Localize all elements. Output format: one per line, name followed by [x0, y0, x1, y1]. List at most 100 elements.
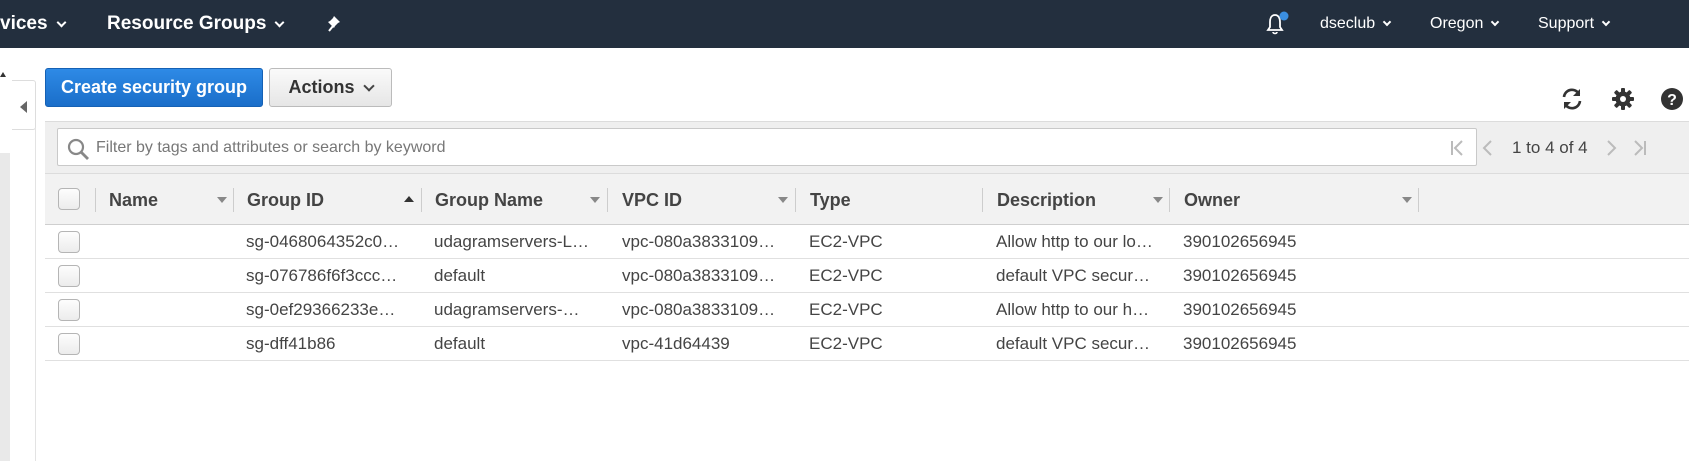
account-menu[interactable]: dseclub	[1320, 0, 1392, 48]
cell-group-name: udagramservers-…	[434, 300, 580, 319]
cell-owner: 390102656945	[1183, 232, 1297, 251]
cell-vpc-id: vpc-080a3833109…	[622, 300, 776, 319]
chevron-down-icon	[362, 79, 375, 92]
chevron-down-icon[interactable]	[1402, 197, 1412, 203]
pagination: 1 to 4 of 4	[1512, 122, 1588, 174]
column-header-group-id[interactable]: Group ID	[247, 174, 324, 226]
column-separator	[982, 188, 983, 212]
chevron-down-icon	[274, 17, 285, 27]
cell-owner: 390102656945	[1183, 300, 1297, 319]
column-separator	[421, 188, 422, 212]
resource-groups-label: Resource Groups	[107, 13, 267, 34]
column-header-group-name[interactable]: Group Name	[435, 174, 543, 226]
column-header-description[interactable]: Description	[997, 174, 1096, 226]
row-checkbox[interactable]	[58, 265, 80, 287]
gear-icon[interactable]	[1610, 86, 1636, 112]
column-separator	[233, 188, 234, 212]
cell-type: EC2-VPC	[809, 334, 883, 353]
column-separator	[95, 188, 96, 212]
column-header-label: Group ID	[247, 189, 324, 210]
chevron-down-icon[interactable]	[590, 197, 600, 203]
cell-description: default VPC secur…	[996, 266, 1151, 285]
security-groups-table: Filter by tags and attributes or search …	[45, 121, 1689, 361]
cell-name	[109, 225, 229, 259]
table-row[interactable]: sg-dff41b86 default vpc-41d64439 EC2-VPC…	[45, 327, 1689, 361]
chevron-down-icon[interactable]	[778, 197, 788, 203]
table-row[interactable]: sg-076786f6f3ccc… default vpc-080a383310…	[45, 259, 1689, 293]
create-security-group-button[interactable]: Create security group	[45, 68, 263, 107]
column-separator	[1418, 188, 1419, 212]
scroll-up-icon[interactable]	[0, 72, 6, 77]
region-label: Oregon	[1430, 15, 1484, 32]
chevron-down-icon	[1491, 17, 1500, 27]
sidebar-toggle[interactable]	[12, 80, 36, 130]
cell-vpc-id: vpc-41d64439	[622, 334, 730, 353]
next-page-icon[interactable]	[1602, 139, 1620, 157]
divider	[35, 128, 36, 461]
column-separator	[795, 188, 796, 212]
pin-icon[interactable]	[327, 0, 345, 48]
cell-description: Allow http to our h…	[996, 300, 1150, 319]
create-security-group-label: Create security group	[60, 77, 248, 97]
cell-type: EC2-VPC	[809, 300, 883, 319]
pagination-text: 1 to 4 of 4	[1512, 138, 1588, 157]
column-header-type[interactable]: Type	[810, 174, 851, 226]
row-checkbox[interactable]	[58, 333, 80, 355]
column-header-label: VPC ID	[622, 189, 683, 210]
cell-group-id: sg-076786f6f3ccc…	[246, 266, 398, 285]
search-input[interactable]: Filter by tags and attributes or search …	[57, 128, 1477, 166]
bell-icon[interactable]	[1264, 0, 1290, 48]
previous-page-icon[interactable]	[1479, 139, 1497, 157]
cell-name	[109, 293, 229, 327]
cell-group-name: udagramservers-L…	[434, 232, 589, 251]
left-sidebar-gutter	[0, 48, 10, 461]
chevron-down-icon[interactable]	[217, 197, 227, 203]
cell-description: Allow http to our lo…	[996, 232, 1153, 251]
column-header-label: Group Name	[435, 189, 544, 210]
services-menu-label: vices	[0, 13, 48, 34]
cell-type: EC2-VPC	[809, 266, 883, 285]
column-separator	[1169, 188, 1170, 212]
chevron-down-icon[interactable]	[1153, 197, 1163, 203]
support-menu[interactable]: Support	[1538, 0, 1611, 48]
region-menu[interactable]: Oregon	[1430, 0, 1500, 48]
column-header-label: Name	[109, 189, 159, 210]
chevron-down-icon	[1601, 17, 1611, 27]
cell-owner: 390102656945	[1183, 266, 1297, 285]
column-header-owner[interactable]: Owner	[1184, 174, 1240, 226]
search-placeholder: Filter by tags and attributes or search …	[96, 139, 446, 156]
refresh-icon[interactable]	[1559, 86, 1585, 112]
table-header: Name Group ID Group Name VPC ID Type Des…	[45, 173, 1689, 225]
services-menu[interactable]: vices	[0, 0, 66, 48]
resource-groups-menu[interactable]: Resource Groups	[107, 0, 285, 48]
filter-bar: Filter by tags and attributes or search …	[45, 121, 1689, 173]
cell-group-name: default	[434, 266, 486, 285]
sort-ascending-icon[interactable]	[404, 196, 414, 202]
column-header-vpc-id[interactable]: VPC ID	[622, 174, 682, 226]
table-row[interactable]: sg-0468064352c0… udagramservers-L… vpc-0…	[45, 225, 1689, 259]
cell-group-id: sg-0ef29366233e…	[246, 300, 396, 319]
column-header-name[interactable]: Name	[109, 174, 158, 226]
cell-name	[109, 327, 229, 361]
cell-group-id: sg-dff41b86	[246, 334, 336, 353]
select-all-checkbox[interactable]	[58, 188, 80, 210]
row-checkbox[interactable]	[58, 299, 80, 321]
table-row[interactable]: sg-0ef29366233e… udagramservers-… vpc-08…	[45, 293, 1689, 327]
cell-description: default VPC secur…	[996, 334, 1151, 353]
top-navigation-bar: vices Resource Groups dseclub Oregon Sup…	[0, 0, 1689, 48]
sidebar-scrollbar[interactable]	[0, 153, 10, 461]
cell-type: EC2-VPC	[809, 232, 883, 251]
cell-owner: 390102656945	[1183, 334, 1297, 353]
support-label: Support	[1538, 15, 1595, 32]
chevron-left-icon	[20, 101, 27, 113]
svg-text:?: ?	[1667, 92, 1677, 109]
help-icon[interactable]: ?	[1659, 86, 1685, 112]
last-page-icon[interactable]	[1630, 139, 1648, 157]
cell-vpc-id: vpc-080a3833109…	[622, 232, 776, 251]
account-label: dseclub	[1320, 15, 1376, 32]
actions-button[interactable]: Actions	[269, 68, 392, 107]
row-checkbox[interactable]	[58, 231, 80, 253]
first-page-icon[interactable]	[1449, 139, 1467, 157]
cell-group-name: default	[434, 334, 486, 353]
actions-label: Actions	[288, 77, 355, 97]
